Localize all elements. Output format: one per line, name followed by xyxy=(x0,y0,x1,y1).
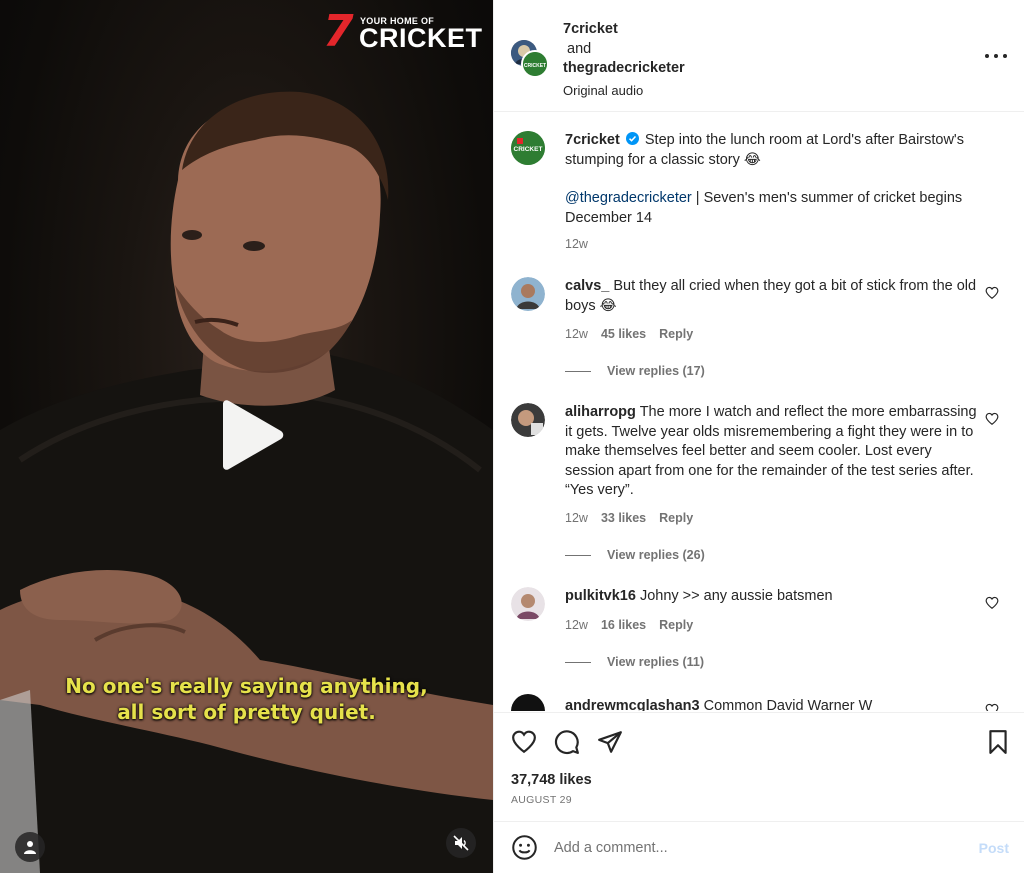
view-replies-button[interactable]: View replies (11) xyxy=(565,655,704,669)
comment-like-icon[interactable] xyxy=(985,412,999,426)
reply-button[interactable]: Reply xyxy=(659,327,693,341)
post-comment-button[interactable]: Post xyxy=(979,840,1009,856)
comment-body: andrewmcglashan3 Common David Warner W xyxy=(565,697,980,711)
reply-button[interactable]: Reply xyxy=(659,618,693,632)
tagged-users-button[interactable] xyxy=(15,832,45,862)
comment-likes[interactable]: 33 likes xyxy=(601,511,646,525)
comment-meta: 12w 16 likes Reply xyxy=(565,618,693,632)
svg-text:CRICKET: CRICKET xyxy=(524,63,546,69)
comment-meta: 12w 33 likes Reply xyxy=(565,511,693,525)
emoji-icon[interactable] xyxy=(511,834,538,861)
post-header: CRICKET 7cricket and thegradecricketer O… xyxy=(494,0,1024,112)
comment-body: aliharropg The more I watch and reflect … xyxy=(565,403,980,501)
view-replies-label: View replies (26) xyxy=(607,548,705,562)
share-icon[interactable] xyxy=(597,729,623,755)
comment-body: pulkitvk16 Johny >> any aussie batsmen xyxy=(565,587,980,607)
commenter-avatar[interactable] xyxy=(511,277,545,311)
comment-icon[interactable] xyxy=(554,729,580,755)
view-replies-button[interactable]: View replies (26) xyxy=(565,548,705,562)
comments-list[interactable]: CRICKET 7cricket Step into the lunch roo… xyxy=(494,113,1024,711)
comment-likes[interactable]: 16 likes xyxy=(601,618,646,632)
comment-like-icon[interactable] xyxy=(985,703,999,711)
view-replies-label: View replies (17) xyxy=(607,364,705,378)
post-actions: 37,748 likes AUGUST 29 xyxy=(494,712,1024,820)
original-audio-link[interactable]: Original audio xyxy=(563,81,685,101)
muted-speaker-icon xyxy=(453,835,469,851)
seven-logo-mark: 7 xyxy=(323,6,354,57)
likes-count[interactable]: 37,748 likes xyxy=(511,772,592,788)
comment-meta: 12w 45 likes Reply xyxy=(565,327,693,341)
author-link-thegradecricketer[interactable]: thegradecricketer xyxy=(563,59,685,79)
comment-likes[interactable]: 45 likes xyxy=(601,327,646,341)
caption-text: Step into the lunch room at Lord's after… xyxy=(565,132,964,168)
verified-badge-icon xyxy=(625,132,639,145)
svg-text:CRICKET: CRICKET xyxy=(514,146,543,153)
replies-divider xyxy=(565,370,591,372)
comment-text: Common David Warner W xyxy=(703,698,873,711)
replies-divider xyxy=(565,661,591,663)
commenter-avatar[interactable] xyxy=(511,694,545,711)
comment-text: But they all cried when they got a bit o… xyxy=(565,278,977,314)
caption-mention-link[interactable]: @thegradecricketer xyxy=(565,190,692,206)
view-replies-button[interactable]: View replies (17) xyxy=(565,364,705,378)
comment-age: 12w xyxy=(565,618,588,632)
comment-username[interactable]: aliharropg xyxy=(565,404,636,420)
add-comment-bar: Post xyxy=(494,821,1024,873)
avatar-7cricket[interactable]: CRICKET xyxy=(521,50,549,78)
replies-divider xyxy=(565,554,591,556)
caption-body: 7cricket Step into the lunch room at Lor… xyxy=(565,131,980,228)
heart-icon[interactable] xyxy=(511,729,537,755)
author-link-7cricket[interactable]: 7cricket xyxy=(563,20,685,40)
commenter-avatar[interactable] xyxy=(511,587,545,621)
authors-conjunction: and xyxy=(567,40,592,57)
post-details-panel: CRICKET 7cricket and thegradecricketer O… xyxy=(493,0,1024,873)
mute-toggle-button[interactable] xyxy=(446,828,476,858)
comment-username[interactable]: andrewmcglashan3 xyxy=(565,698,700,711)
collab-avatars[interactable]: CRICKET xyxy=(511,40,549,78)
commenter-avatar[interactable] xyxy=(511,403,545,437)
comment-like-icon[interactable] xyxy=(985,286,999,300)
post-authors: 7cricket and thegradecricketer Original … xyxy=(563,20,685,100)
caption-username[interactable]: 7cricket xyxy=(565,132,620,148)
comment-input[interactable] xyxy=(554,836,954,860)
comment-username[interactable]: pulkitvk16 xyxy=(565,588,636,604)
caption-meta: 12w xyxy=(565,237,588,251)
video-subtitle-line-1: No one's really saying anything, xyxy=(65,674,428,698)
play-icon[interactable] xyxy=(217,400,287,470)
comment-age: 12w xyxy=(565,511,588,525)
more-horizontal-icon xyxy=(985,54,989,58)
comment-age: 12w xyxy=(565,327,588,341)
view-replies-label: View replies (11) xyxy=(607,655,705,669)
more-options-button[interactable] xyxy=(985,48,1007,64)
video-subtitle-line-2: all sort of pretty quiet. xyxy=(117,700,376,724)
logo-wordmark: CRICKET xyxy=(359,23,483,53)
dot xyxy=(994,54,998,58)
reply-button[interactable]: Reply xyxy=(659,511,693,525)
user-icon xyxy=(24,841,36,854)
dot xyxy=(1003,54,1007,58)
post-date: AUGUST 29 xyxy=(511,794,572,806)
comment-body: calvs_ But they all cried when they got … xyxy=(565,277,980,316)
comment-like-icon[interactable] xyxy=(985,596,999,610)
reel-video-player[interactable]: 7 YOUR HOME OF CRICKET No one's really s… xyxy=(0,0,493,873)
channel-logo: 7 YOUR HOME OF CRICKET xyxy=(323,6,483,57)
caption-avatar[interactable]: CRICKET xyxy=(511,131,545,165)
caption-age: 12w xyxy=(565,237,588,251)
bookmark-icon[interactable] xyxy=(985,729,1011,755)
comment-username[interactable]: calvs_ xyxy=(565,278,609,294)
comment-text: Johny >> any aussie batsmen xyxy=(639,588,833,604)
